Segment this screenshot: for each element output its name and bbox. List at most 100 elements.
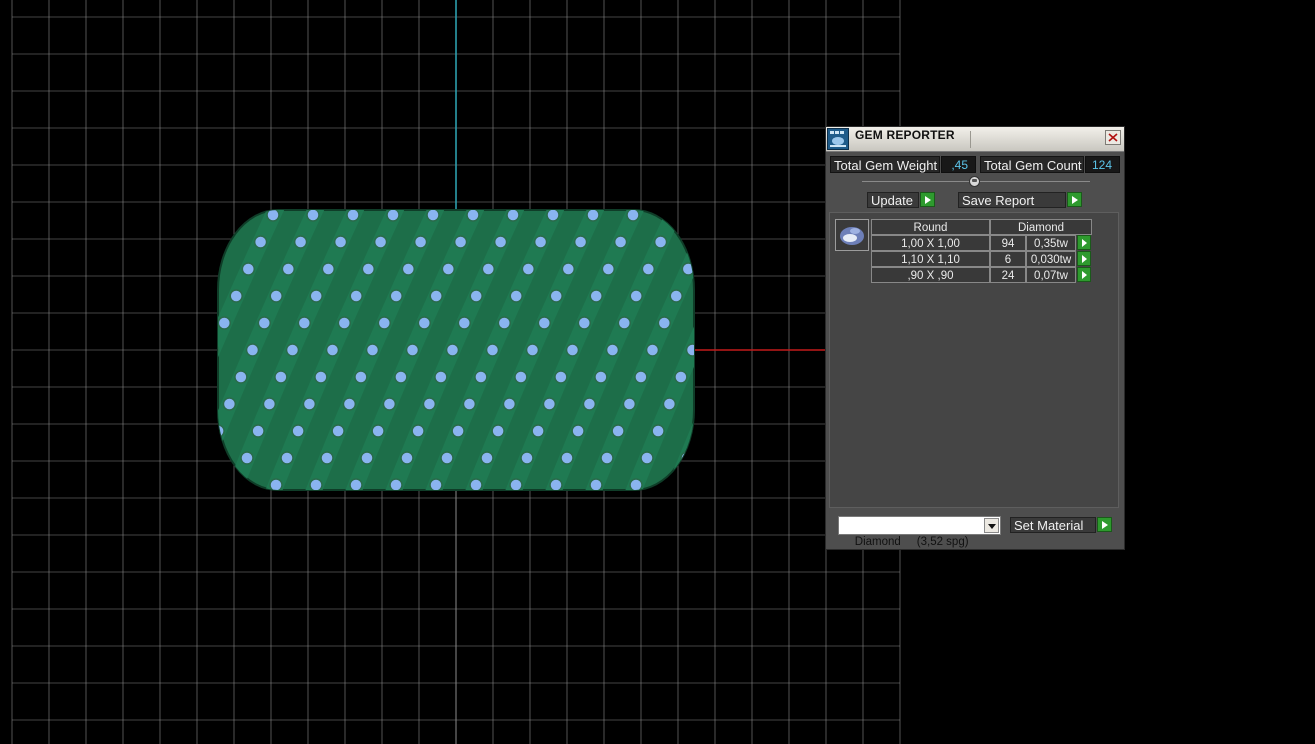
gem-stone — [738, 317, 750, 329]
gem-stone — [325, 343, 340, 357]
gem-stone — [466, 210, 480, 222]
gem-stone — [715, 371, 727, 383]
gem-stone — [190, 479, 202, 491]
gem-stone — [229, 478, 243, 490]
gem-stone — [502, 397, 517, 411]
slider-handle[interactable] — [969, 176, 980, 187]
table-cell-weight: 0,030tw — [1026, 251, 1076, 267]
gem-stone — [218, 316, 232, 330]
gem-stone — [605, 343, 620, 357]
gem-stone — [331, 424, 345, 438]
gem-stone — [571, 424, 585, 438]
gem-stone — [291, 424, 305, 438]
gem-stone — [138, 317, 150, 329]
gem-stone — [693, 235, 694, 249]
gem-stone — [241, 262, 256, 276]
gem-stone — [491, 424, 505, 438]
gem-stone — [762, 263, 774, 275]
gem-stone — [360, 451, 374, 465]
gem-stone — [469, 478, 483, 490]
update-button[interactable]: Update — [867, 192, 919, 208]
gem-stone — [662, 397, 677, 411]
gem-stone — [132, 425, 144, 437]
row-select-button[interactable] — [1077, 267, 1091, 282]
gem-stone — [481, 262, 496, 276]
gem-stone — [382, 397, 397, 411]
gem-stone — [537, 316, 552, 330]
gem-stone — [201, 452, 213, 464]
chevron-down-icon[interactable] — [984, 518, 999, 533]
gem-stone — [70, 479, 82, 491]
gem-stone — [657, 316, 672, 330]
gem-stone — [691, 424, 694, 438]
gem-stone — [546, 210, 560, 222]
save-report-run-button[interactable] — [1067, 192, 1082, 207]
gem-stone — [560, 451, 574, 465]
gem-stone — [285, 343, 300, 357]
gem-stone — [365, 343, 380, 357]
gem-stone — [411, 424, 425, 438]
table-header-material: Diamond — [990, 219, 1092, 235]
gem-stone — [561, 262, 576, 276]
gem-stone — [525, 343, 540, 357]
gem-stone — [531, 424, 545, 438]
set-material-run-button[interactable] — [1097, 517, 1112, 532]
gem-stone — [162, 263, 174, 275]
gem-stone — [514, 370, 528, 384]
gem-stone — [589, 478, 603, 490]
gem-stone — [202, 263, 214, 275]
total-gem-count-value: 124 — [1085, 156, 1120, 173]
gem-stone — [634, 370, 648, 384]
gem-stone — [342, 397, 357, 411]
panel-title: GEM REPORTER — [855, 128, 955, 142]
material-select[interactable]: Diamond (3,52 spg) — [838, 516, 1001, 548]
gem-stone — [333, 235, 348, 249]
gem-stone — [542, 397, 557, 411]
gem-stone — [554, 370, 568, 384]
gem-stone — [257, 316, 272, 330]
gem-stone — [521, 262, 536, 276]
gem-stone — [577, 316, 592, 330]
panel-titlebar[interactable]: GEM REPORTER — [826, 127, 1124, 152]
gem-stone — [666, 210, 680, 222]
gem-stone — [600, 451, 614, 465]
gem-stone — [155, 371, 167, 383]
gem-thumbnail[interactable] — [835, 219, 869, 251]
material-select-value: Diamond (3,52 spg) — [854, 536, 969, 548]
gem-stone — [422, 397, 437, 411]
gem-stone — [441, 262, 456, 276]
gem-stone — [462, 397, 477, 411]
gem-stone — [337, 316, 352, 330]
update-run-button[interactable] — [920, 192, 935, 207]
gem-stone — [346, 210, 360, 222]
gem-stone — [451, 424, 465, 438]
table-cell-size: 1,10 X 1,10 — [871, 251, 990, 267]
gem-stone — [274, 370, 288, 384]
gem-stone — [747, 209, 759, 221]
row-select-button[interactable] — [1077, 235, 1091, 250]
gem-stone — [626, 210, 640, 222]
gem-stone — [245, 343, 260, 357]
gem-stone — [440, 451, 454, 465]
save-report-button[interactable]: Save Report — [958, 192, 1066, 208]
gem-stone — [565, 343, 580, 357]
row-select-button[interactable] — [1077, 251, 1091, 266]
gem-stone — [183, 398, 195, 410]
gem-stone — [143, 398, 155, 410]
gem-stone — [321, 262, 336, 276]
gem-stone — [103, 398, 115, 410]
gem-stone — [349, 289, 363, 303]
gem-stone — [594, 370, 608, 384]
gem-reporter-app-icon — [827, 128, 849, 150]
gem-stone — [314, 370, 328, 384]
gem-stone — [707, 209, 719, 221]
set-material-button[interactable]: Set Material — [1010, 517, 1096, 533]
gem-stone — [262, 397, 277, 411]
gem-stone — [480, 451, 494, 465]
gem-stone — [651, 424, 665, 438]
total-gem-weight-label: Total Gem Weight — [830, 156, 940, 173]
close-button[interactable] — [1105, 130, 1121, 145]
gem-stone — [485, 343, 500, 357]
gem-stone — [234, 370, 248, 384]
gem-stone — [389, 289, 403, 303]
